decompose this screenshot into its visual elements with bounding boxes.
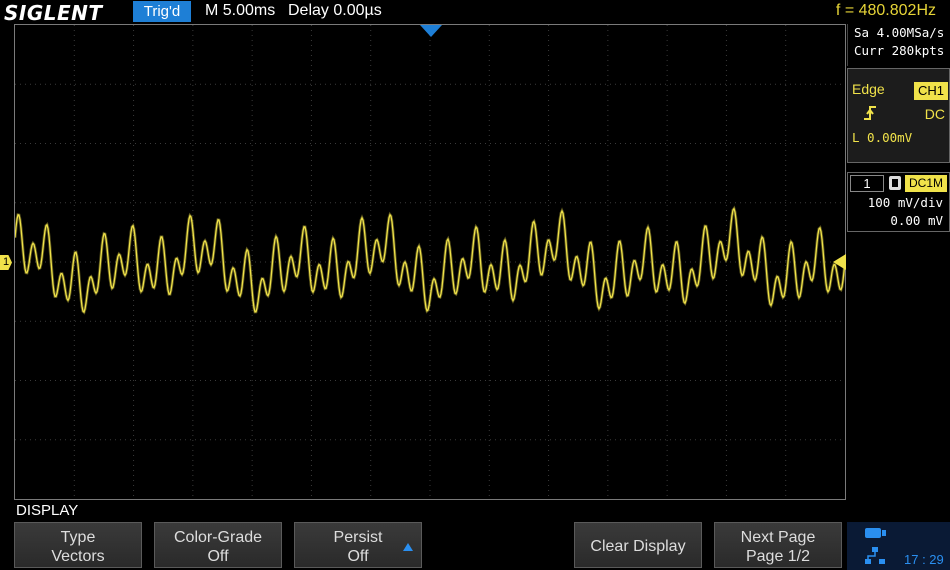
acquisition-info: Sa 4.00MSa/s Curr 280kpts	[847, 24, 950, 66]
color-grade-softkey[interactable]: Color-Grade Off	[154, 522, 282, 568]
persist-softkey[interactable]: Persist Off	[294, 522, 422, 568]
softkey-label: Next Page	[740, 529, 816, 546]
softkey-value: Vectors	[51, 548, 105, 565]
softkey-label: Color-Grade	[173, 529, 263, 546]
network-icon	[865, 547, 885, 564]
channel-coupling-badge: DC1M	[905, 175, 947, 192]
trigger-info-panel[interactable]: Edge CH1 DC L 0.00mV	[847, 68, 950, 163]
vertical-scale: 100 mV/div	[867, 195, 943, 210]
softkey-label: Type	[60, 529, 96, 546]
waveform-display[interactable]	[14, 24, 846, 500]
vertical-offset: 0.00 mV	[890, 213, 943, 228]
next-page-softkey[interactable]: Next Page Page 1/2	[714, 522, 842, 568]
graticule	[15, 25, 845, 499]
option-arrow-icon	[403, 543, 413, 551]
channel-marker-label: 1	[2, 256, 10, 268]
trigger-level: L 0.00mV	[852, 130, 913, 145]
menu-title: DISPLAY	[16, 502, 79, 519]
system-status: 17 : 29	[847, 522, 950, 570]
bandwidth-limit-icon	[889, 176, 901, 190]
memory-depth: Curr 280kpts	[854, 43, 945, 58]
channel-number: 1	[850, 175, 884, 192]
softkey-value: Page 1/2	[745, 548, 811, 565]
frequency-readout: f = 480.802Hz	[835, 2, 936, 19]
trigger-status-badge: Trig'd	[133, 1, 191, 22]
channel-1-offset-marker[interactable]: 1	[0, 255, 12, 270]
brand-logo: SIGLENT	[4, 1, 103, 25]
usb-icon	[865, 528, 886, 538]
timebase-readout: M 5.00ms	[205, 2, 276, 19]
clock: 17 : 29	[904, 552, 944, 567]
trigger-coupling: DC	[924, 106, 945, 122]
softkey-label: Clear Display	[590, 538, 686, 555]
channel-1-info-panel[interactable]: 1 DC1M 100 mV/div 0.00 mV	[847, 172, 950, 232]
trigger-type: Edge	[852, 81, 885, 97]
trigger-level-marker-icon[interactable]	[833, 254, 847, 270]
rising-edge-icon	[864, 106, 876, 120]
trigger-source-badge: CH1	[914, 82, 948, 100]
top-status-bar: SIGLENT Trig'd M 5.00ms Delay 0.00µs f =…	[0, 0, 950, 25]
trigger-position-marker-icon[interactable]	[419, 24, 443, 38]
type-softkey[interactable]: Type Vectors	[14, 522, 142, 568]
softkey-value: Off	[207, 548, 229, 565]
sample-rate: Sa 4.00MSa/s	[854, 25, 945, 40]
delay-readout: Delay 0.00µs	[288, 2, 382, 19]
clear-display-softkey[interactable]: Clear Display	[574, 522, 702, 568]
